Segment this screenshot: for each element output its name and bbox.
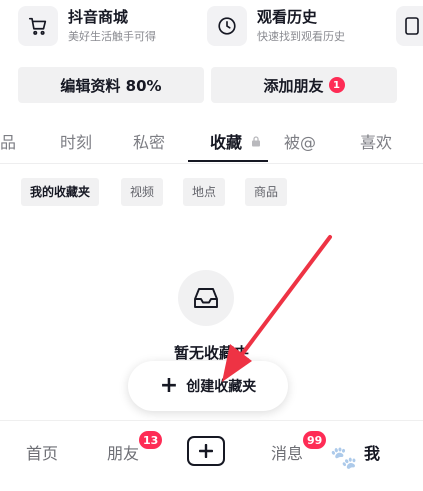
plus-icon bbox=[199, 444, 213, 458]
nav-messages-badge: 99 bbox=[303, 431, 327, 449]
paw-icon: 🐾 bbox=[330, 445, 358, 471]
create-post-button[interactable] bbox=[187, 436, 225, 466]
nav-home[interactable]: 首页 bbox=[26, 443, 58, 465]
watermark-logo: 🐾 bbox=[330, 438, 420, 478]
nav-friends[interactable]: 朋友 bbox=[107, 443, 139, 465]
nav-friends-badge: 13 bbox=[139, 431, 163, 449]
annotation-arrow-icon bbox=[222, 235, 332, 382]
nav-messages[interactable]: 消息 bbox=[271, 443, 303, 465]
